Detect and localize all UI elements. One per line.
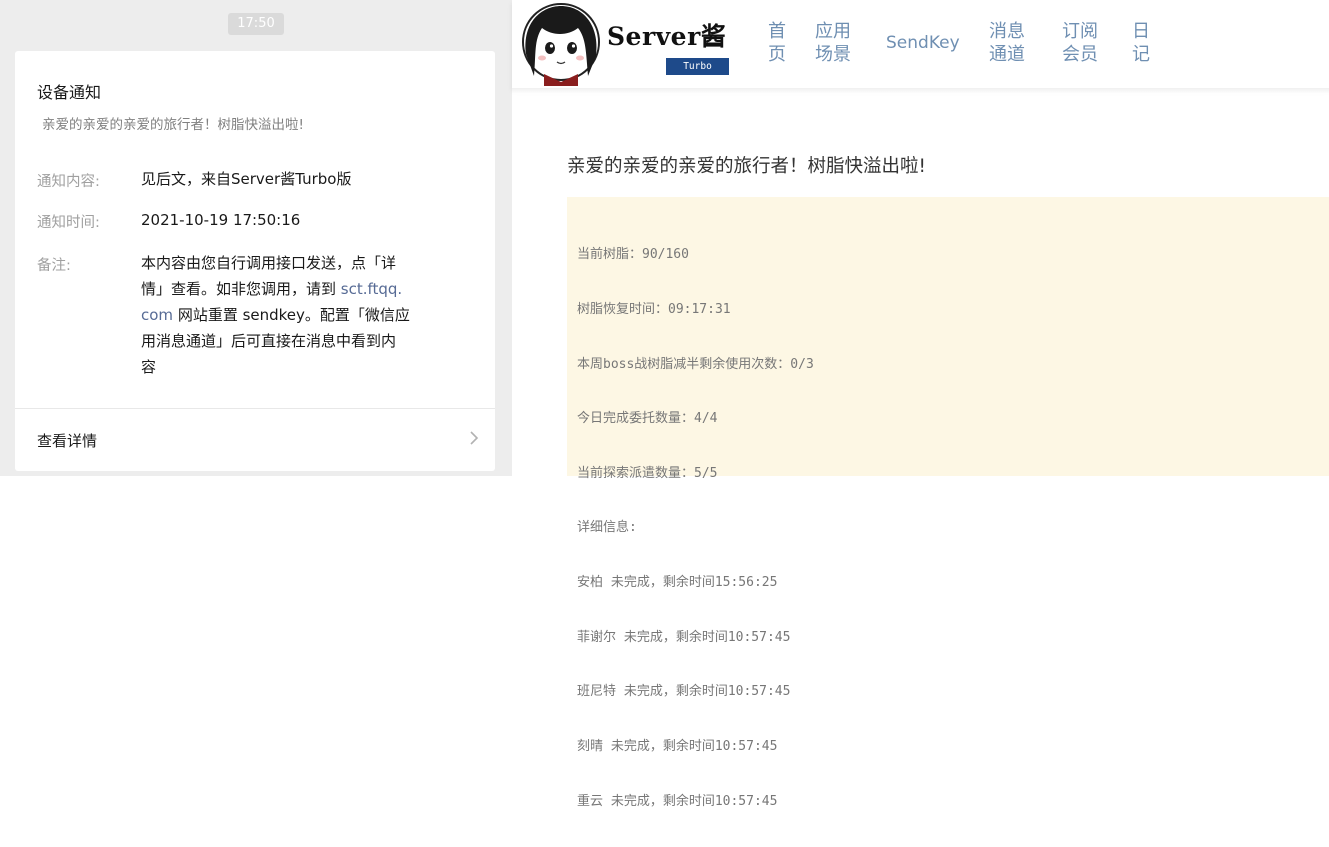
notification-title: 设备通知	[37, 83, 102, 102]
content-value: 见后文，来自Server酱Turbo版	[141, 170, 352, 188]
note-line-2: 情」查看。如非您调用，请到 sct.ftqq.	[141, 280, 403, 298]
nav-sendkey[interactable]: SendKey	[886, 32, 960, 55]
note-line-1: 本内容由您自行调用接口发送，点「详	[141, 254, 397, 272]
message-line: 当前探索派遣数量：5/5	[577, 465, 718, 481]
note-text: 本内容由您自行调用接口发送，点「详 情」查看。如非您调用，请到 sct.ftqq…	[141, 250, 475, 380]
header-shadow	[512, 88, 1329, 94]
message-line: 当前树脂：90/160	[577, 247, 689, 263]
time-label: 通知时间:	[37, 215, 100, 231]
message-body: 当前树脂：90/160 树脂恢复时间：09:17:31 本周boss战树脂减半剩…	[567, 197, 1329, 809]
chevron-right-icon[interactable]	[463, 427, 485, 449]
note-label: 备注:	[37, 258, 71, 274]
note-line-5: 容	[141, 358, 157, 376]
chat-timestamp: 17:50	[228, 13, 284, 35]
note-link-part-2[interactable]: com	[141, 306, 173, 324]
message-line: 重云 未完成，剩余时间10:57:45	[577, 793, 778, 809]
time-value: 2021-10-19 17:50:16	[141, 211, 301, 229]
note-link-part-1[interactable]: sct.ftqq.	[336, 280, 402, 298]
nav-message-channels[interactable]: 消息 通道	[989, 20, 1025, 66]
nav-home[interactable]: 首页	[768, 20, 786, 66]
content-label: 通知内容:	[37, 174, 100, 190]
note-line-3: com 网站重置 sendkey。配置「微信应	[141, 306, 410, 324]
message-line: 详细信息:	[577, 520, 637, 536]
message-line: 树脂恢复时间：09:17:31	[577, 302, 731, 318]
message-line: 安柏 未完成，剩余时间15:56:25	[577, 575, 778, 591]
message-line: 刻晴 未完成，剩余时间10:57:45	[577, 738, 778, 754]
mascot-logo[interactable]	[520, 2, 602, 86]
message-line: 今日完成委托数量：4/4	[577, 411, 718, 427]
site-header: Server酱 Turbo 首页 应用 场景 SendKey 消息 通道 订阅 会员 …	[512, 0, 1329, 88]
view-details-link[interactable]: 查看详情	[37, 430, 97, 451]
message-title: 亲爱的亲爱的亲爱的旅行者！树脂快溢出啦!	[567, 156, 926, 177]
message-line: 菲谢尔 未完成，剩余时间10:57:45	[577, 629, 791, 645]
note-line-4: 用消息通道」后可直接在消息中看到内	[141, 332, 397, 350]
nav-logs[interactable]: 日记	[1132, 20, 1150, 66]
message-line: 本周boss战树脂减半剩余使用次数：0/3	[577, 356, 814, 372]
nav-use-cases[interactable]: 应用 场景	[815, 20, 851, 66]
wechat-panel: 17:50 设备通知 亲爱的亲爱的亲爱的旅行者！树脂快溢出啦! 通知内容: 见后…	[0, 0, 512, 476]
nav-membership[interactable]: 订阅 会员	[1062, 20, 1098, 66]
brand-title: Server酱	[607, 22, 727, 51]
message-lines: 当前树脂：90/160 树脂恢复时间：09:17:31 本周boss战树脂减半剩…	[577, 210, 814, 847]
message-line: 班尼特 未完成，剩余时间10:57:45	[577, 684, 791, 700]
notification-card[interactable]: 设备通知 亲爱的亲爱的亲爱的旅行者！树脂快溢出啦! 通知内容: 见后文，来自Se…	[15, 51, 495, 471]
serverchan-page: Server酱 Turbo 首页 应用 场景 SendKey 消息 通道 订阅 会员 …	[512, 0, 1329, 809]
notification-subtitle: 亲爱的亲爱的亲爱的旅行者！树脂快溢出啦!	[42, 117, 304, 133]
card-divider	[15, 408, 495, 409]
turbo-badge: Turbo	[666, 58, 729, 75]
